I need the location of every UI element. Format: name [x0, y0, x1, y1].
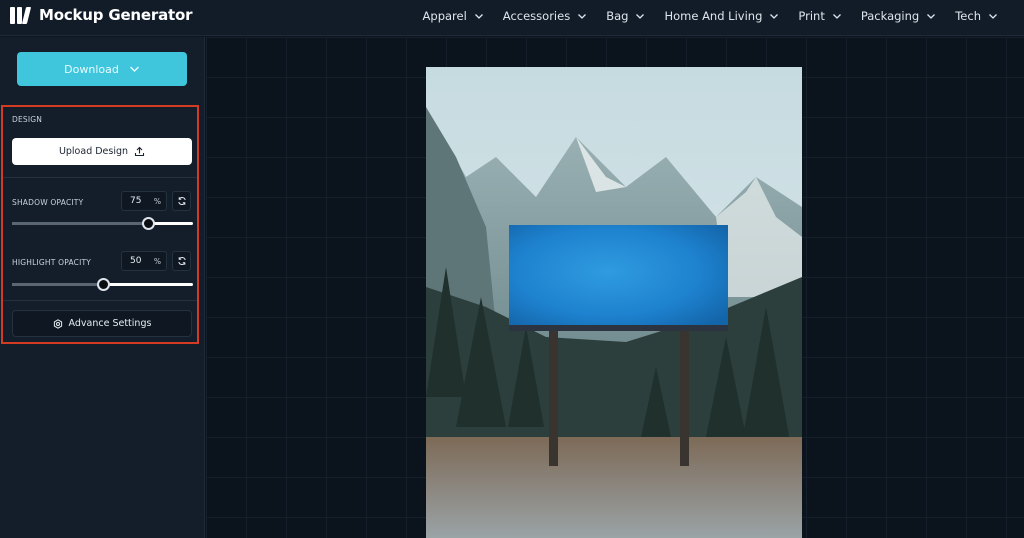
- nav-item-label: Accessories: [502, 9, 571, 23]
- billboard-post-left: [549, 329, 558, 466]
- nav-item-accessories[interactable]: Accessories: [503, 9, 587, 23]
- nav-item-label: Bag: [606, 9, 629, 23]
- highlight-opacity-input[interactable]: 50 %: [121, 251, 167, 271]
- slider-thumb[interactable]: [96, 278, 110, 291]
- chevron-down-icon: [578, 14, 587, 19]
- chevron-down-icon: [129, 66, 139, 72]
- chevron-down-icon: [989, 14, 997, 19]
- chevron-down-icon: [636, 14, 645, 19]
- nav-item-print[interactable]: Print: [798, 9, 841, 23]
- top-bar: Mockup Generator Apparel Accessories Bag…: [0, 0, 1024, 36]
- logo-icon: [10, 6, 32, 24]
- app-title: Mockup Generator: [39, 6, 193, 24]
- percent-unit: %: [153, 257, 161, 266]
- nav-item-bag[interactable]: Bag: [606, 9, 645, 23]
- billboard-ledge: [509, 325, 728, 331]
- download-button[interactable]: Download: [17, 52, 187, 86]
- shadow-opacity-slider[interactable]: [12, 217, 193, 231]
- nav-item-home-and-living[interactable]: Home And Living: [664, 9, 779, 23]
- preview-canvas: [206, 37, 1024, 538]
- advance-settings-button[interactable]: Advance Settings: [12, 310, 192, 337]
- percent-unit: %: [153, 197, 161, 206]
- divider: [3, 300, 197, 301]
- mockup-preview-image: [426, 67, 802, 538]
- billboard-scene: [426, 67, 802, 538]
- nav-item-label: Tech: [955, 9, 981, 23]
- shadow-opacity-label: SHADOW OPACITY: [12, 198, 84, 207]
- nav-item-label: Print: [798, 9, 825, 23]
- chevron-down-icon: [927, 14, 936, 19]
- download-label: Download: [64, 62, 119, 76]
- slider-thumb[interactable]: [141, 217, 155, 230]
- slider-fill: [12, 283, 103, 286]
- highlight-opacity-value: 50: [130, 256, 142, 266]
- nav-item-apparel[interactable]: Apparel: [423, 9, 484, 23]
- gear-icon: [53, 318, 62, 329]
- highlight-opacity-label: HIGHLIGHT OPACITY: [12, 258, 92, 267]
- chevron-down-icon: [832, 14, 841, 19]
- nav-item-tech[interactable]: Tech: [955, 9, 998, 23]
- slider-fill: [12, 222, 148, 225]
- design-section-label: DESIGN: [12, 115, 43, 124]
- chevron-down-icon: [770, 14, 779, 19]
- chevron-down-icon: [474, 14, 483, 19]
- billboard-screen: [509, 225, 728, 329]
- upload-icon: [134, 146, 145, 157]
- nav-item-label: Home And Living: [664, 9, 763, 23]
- nav-item-label: Apparel: [422, 9, 467, 23]
- divider: [3, 177, 197, 178]
- advance-settings-label: Advance Settings: [68, 318, 152, 329]
- shadow-reset-button[interactable]: [172, 191, 191, 211]
- billboard-post-right: [680, 329, 689, 466]
- design-panel: DESIGN Upload Design SHADOW OPACITY 75 %: [1, 105, 199, 344]
- nav-item-packaging[interactable]: Packaging: [861, 9, 936, 23]
- highlight-opacity-slider[interactable]: [12, 278, 193, 292]
- upload-design-label: Upload Design: [58, 146, 129, 157]
- shadow-opacity-input[interactable]: 75 %: [121, 191, 167, 211]
- reset-icon: [177, 197, 186, 205]
- upload-design-button[interactable]: Upload Design: [12, 138, 192, 165]
- shadow-opacity-value: 75: [130, 196, 142, 206]
- ground: [426, 437, 802, 538]
- main-nav: Apparel Accessories Bag Home And Living …: [404, 0, 998, 32]
- highlight-reset-button[interactable]: [172, 251, 191, 271]
- nav-item-label: Packaging: [860, 9, 920, 23]
- sidebar: Download DESIGN Upload Design SHADOW OPA…: [0, 37, 205, 538]
- reset-icon: [177, 257, 186, 265]
- app-logo[interactable]: Mockup Generator: [10, 6, 192, 24]
